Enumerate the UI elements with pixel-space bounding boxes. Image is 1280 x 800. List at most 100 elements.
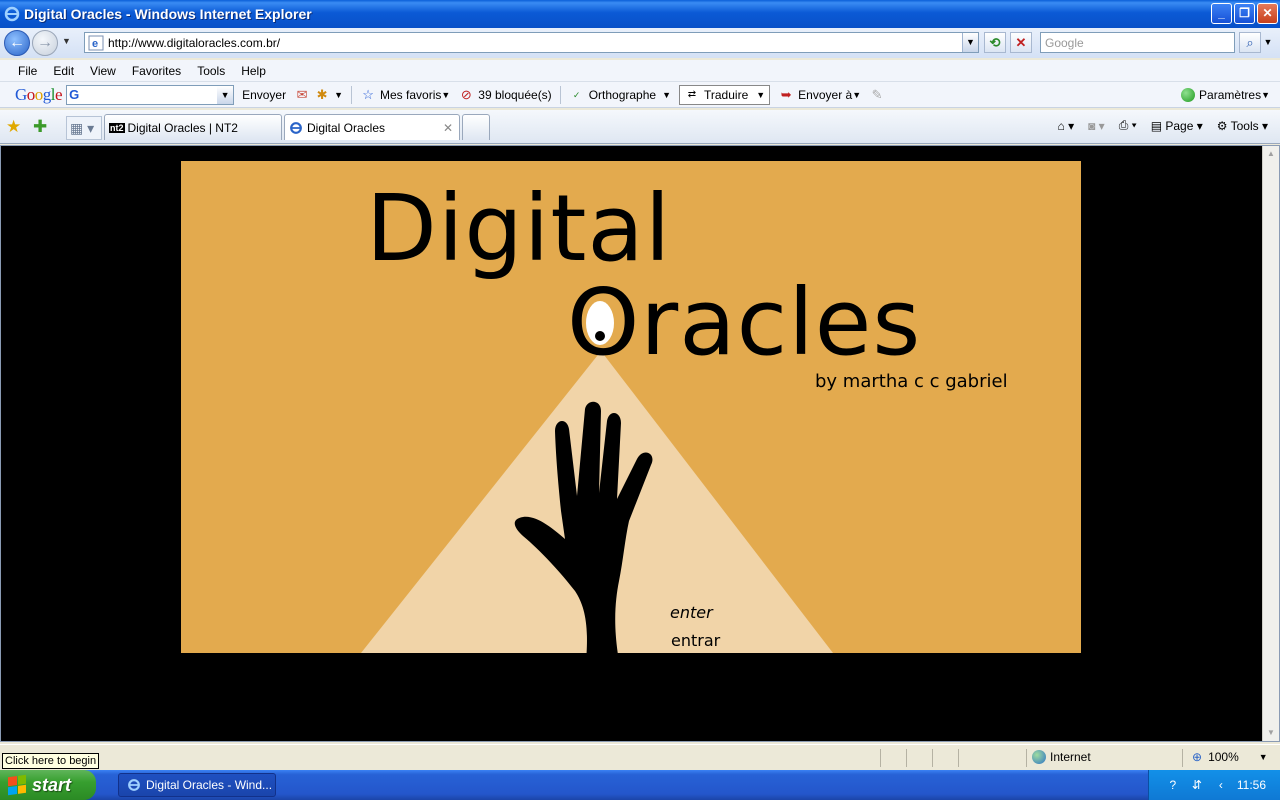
menu-edit[interactable]: Edit bbox=[45, 64, 82, 78]
nt2-icon: nt2 bbox=[109, 122, 125, 133]
title-digital: Digital bbox=[366, 175, 672, 282]
address-toolbar: ← → ▼ e http://www.digitaloracles.com.br… bbox=[0, 28, 1280, 58]
scroll-up-icon[interactable]: ▲ bbox=[1263, 146, 1279, 162]
window-title: Digital Oracles - Windows Internet Explo… bbox=[24, 6, 312, 22]
taskbar: start Digital Oracles - Wind... ? ⇵ ‹ 11… bbox=[0, 770, 1280, 800]
traduire-button[interactable]: ⇄ Traduire ▼ bbox=[679, 84, 771, 105]
address-dropdown-icon[interactable]: ▼ bbox=[962, 33, 978, 52]
chevron-down-icon: ▼ bbox=[1258, 752, 1268, 762]
window-titlebar[interactable]: Digital Oracles - Windows Internet Explo… bbox=[0, 0, 1280, 28]
favorites-center-icon[interactable]: ★ bbox=[6, 117, 21, 137]
google-g-icon: G bbox=[69, 86, 80, 102]
news-icon: ✉ bbox=[296, 86, 308, 102]
highlighter-icon: ✎ bbox=[871, 86, 883, 102]
svg-text:e: e bbox=[92, 38, 98, 50]
search-options-dropdown-icon[interactable]: ▼ bbox=[1261, 32, 1275, 53]
status-divider bbox=[906, 749, 907, 767]
spellcheck-icon: ✓ bbox=[572, 89, 581, 100]
new-tab-button[interactable] bbox=[462, 114, 490, 140]
home-icon[interactable]: ⌂ ▾ bbox=[1057, 119, 1074, 133]
add-favorites-icon[interactable]: ✚ bbox=[33, 117, 47, 137]
stop-button[interactable]: ✕ bbox=[1010, 32, 1032, 53]
menu-favorites[interactable]: Favorites bbox=[124, 64, 189, 78]
feeds-icon[interactable]: ◙ ▾ bbox=[1088, 119, 1105, 133]
flash-intro-stage[interactable]: Digital Oracles by martha c c gabriel en… bbox=[181, 161, 1081, 653]
address-url[interactable]: http://www.digitaloracles.com.br/ bbox=[108, 36, 280, 50]
puzzle-icon: ✱ bbox=[316, 86, 328, 102]
popup-blocker-icon: ⊘ bbox=[460, 86, 472, 102]
toolbar-separator bbox=[559, 85, 561, 104]
ie-page-icon bbox=[290, 121, 302, 134]
status-divider bbox=[1182, 749, 1183, 767]
scroll-down-icon[interactable]: ▼ bbox=[1263, 725, 1279, 741]
taskbar-window-button[interactable]: Digital Oracles - Wind... bbox=[118, 773, 276, 797]
highlighter-button[interactable]: ✎ bbox=[869, 87, 889, 103]
toolbar-separator bbox=[351, 85, 353, 104]
google-search-dropdown-icon[interactable]: ▼ bbox=[217, 85, 234, 104]
oracle-eye-icon bbox=[586, 301, 614, 345]
ie-icon bbox=[128, 779, 140, 791]
ie-icon bbox=[4, 6, 20, 22]
google-logo[interactable]: Google bbox=[15, 85, 63, 105]
tray-chevron-icon[interactable]: ‹ bbox=[1213, 777, 1229, 793]
tab-bar: ★ ✚ ▦ ▾ nt2 Digital Oracles | NT2 Digita… bbox=[0, 110, 1280, 144]
back-button[interactable]: ← bbox=[4, 30, 30, 56]
entrar-link[interactable]: entrar bbox=[671, 631, 720, 650]
print-icon[interactable]: ⎙ ▾ bbox=[1119, 118, 1137, 133]
status-bar: Click here to begin Internet ⊕ 100% ▼ bbox=[0, 744, 1280, 769]
google-search-input[interactable]: G ▼ bbox=[66, 84, 235, 105]
popup-blocked-button[interactable]: ⊘ 39 bloquée(s) bbox=[458, 86, 552, 103]
send-icon: ➥ bbox=[780, 86, 792, 102]
page-viewport: Digital Oracles by martha c c gabriel en… bbox=[0, 145, 1280, 742]
toolbar-extra-buttons[interactable]: ✉ ✱ ▼ bbox=[294, 87, 343, 103]
menu-file[interactable]: File bbox=[10, 64, 45, 78]
forward-button[interactable]: → bbox=[32, 30, 58, 56]
star-icon: ☆ bbox=[362, 86, 374, 102]
network-icon[interactable]: ⇵ bbox=[1189, 777, 1205, 793]
menu-tools[interactable]: Tools bbox=[189, 64, 233, 78]
help-icon[interactable]: ? bbox=[1165, 777, 1181, 793]
chevron-down-icon: ▼ bbox=[334, 89, 344, 100]
envoyer-a-button[interactable]: ➥ Envoyer à ▼ bbox=[778, 87, 861, 103]
clock[interactable]: 11:56 bbox=[1237, 778, 1266, 792]
vertical-scrollbar[interactable]: ▲ ▼ bbox=[1262, 146, 1279, 741]
page-icon: e bbox=[88, 35, 104, 50]
minimize-button[interactable]: _ bbox=[1211, 3, 1232, 24]
address-bar[interactable]: e http://www.digitaloracles.com.br/ ▼ bbox=[84, 32, 979, 53]
parametres-button[interactable]: Paramètres ▼ bbox=[1181, 87, 1270, 102]
search-input[interactable]: Google bbox=[1040, 32, 1235, 53]
status-divider bbox=[1026, 749, 1027, 767]
menu-bar: File Edit View Favorites Tools Help bbox=[0, 60, 1280, 82]
tools-menu-button[interactable]: ⚙ Tools ▾ bbox=[1217, 119, 1268, 133]
search-button[interactable]: ⌕ bbox=[1239, 32, 1261, 53]
hand-silhouette bbox=[514, 401, 653, 653]
quick-tabs-button[interactable]: ▦ ▾ bbox=[66, 116, 102, 140]
restore-button[interactable]: ❐ bbox=[1234, 3, 1255, 24]
title-oracles: Oracles bbox=[567, 269, 922, 376]
tab-digital-oracles[interactable]: Digital Oracles ✕ bbox=[284, 114, 460, 140]
zoom-control[interactable]: ⊕ 100% ▼ bbox=[1192, 750, 1268, 764]
close-window-button[interactable]: ✕ bbox=[1257, 3, 1278, 24]
menu-help[interactable]: Help bbox=[233, 64, 274, 78]
menu-view[interactable]: View bbox=[82, 64, 124, 78]
google-toolbar: Google G ▼ Envoyer ✉ ✱ ▼ ☆ Mes favoris ▼ … bbox=[0, 82, 1280, 108]
recent-pages-dropdown-icon[interactable]: ▼ bbox=[62, 36, 71, 46]
tooltip: Click here to begin bbox=[2, 753, 100, 769]
tab-nt2[interactable]: nt2 Digital Oracles | NT2 bbox=[104, 114, 282, 140]
globe-icon bbox=[1032, 750, 1046, 764]
orthographe-button[interactable]: ✓ Orthographe ▼ bbox=[569, 87, 671, 103]
start-button[interactable]: start bbox=[0, 770, 96, 800]
status-divider bbox=[932, 749, 933, 767]
command-bar: ⌂ ▾ ◙ ▾ ⎙ ▾ ▤ Page ▾ ⚙ Tools ▾ bbox=[1057, 118, 1268, 133]
system-tray: ? ⇵ ‹ 11:56 bbox=[1148, 770, 1280, 800]
zoom-icon: ⊕ bbox=[1192, 750, 1203, 764]
translate-icon: ⇄ bbox=[687, 88, 697, 100]
security-zone[interactable]: Internet bbox=[1032, 750, 1091, 764]
status-dot-icon bbox=[1181, 87, 1196, 102]
close-tab-icon[interactable]: ✕ bbox=[443, 121, 453, 135]
refresh-button[interactable]: ⟲ bbox=[984, 32, 1006, 53]
enter-link[interactable]: enter bbox=[670, 603, 713, 622]
mes-favoris-button[interactable]: ☆ Mes favoris ▼ bbox=[360, 87, 450, 103]
page-menu-button[interactable]: ▤ Page ▾ bbox=[1151, 119, 1203, 133]
envoyer-button[interactable]: Envoyer bbox=[242, 88, 286, 102]
